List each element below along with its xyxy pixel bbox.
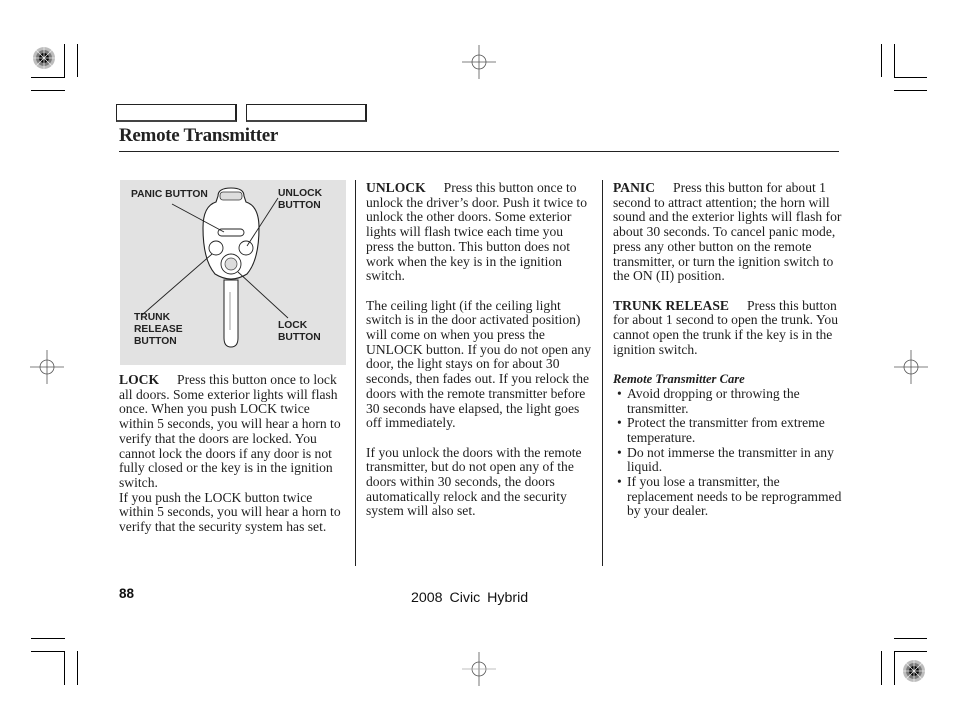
column-divider xyxy=(602,180,603,566)
book-title: 2008 Civic Hybrid xyxy=(411,590,529,606)
lock-section: LOCK Press this button once to lock all d… xyxy=(119,372,341,535)
title-divider xyxy=(119,151,839,152)
auto-relock-paragraph: If you unlock the doors with the remote … xyxy=(366,444,582,519)
nav-tab-2[interactable] xyxy=(246,104,367,122)
crop-mark xyxy=(77,44,78,77)
registration-target-icon xyxy=(903,660,925,682)
panic-trunk-section: PANIC Press this button for about 1 secon… xyxy=(613,180,843,519)
unlock-section: UNLOCK Press this button once to unlock t… xyxy=(366,180,594,519)
lock-description-2: If you push the LOCK button twice within… xyxy=(119,489,341,535)
panic-keyword: PANIC xyxy=(613,180,656,195)
trunk-release-keyword: TRUNK RELEASE xyxy=(613,297,729,313)
crop-mark xyxy=(894,77,927,78)
crosshair-mark-icon xyxy=(894,350,928,384)
crosshair-mark-icon xyxy=(462,652,496,686)
unlock-button-icon xyxy=(238,240,254,256)
trunk-release-button-label: TRUNK RELEASE BUTTON xyxy=(134,312,183,347)
ceiling-light-paragraph: The ceiling light (if the ceiling light … xyxy=(366,297,592,431)
lock-description: Press this button once to lock all doors… xyxy=(119,372,341,490)
panic-description: Press this button for about 1 second to … xyxy=(613,180,842,284)
crop-mark xyxy=(31,638,65,639)
lock-keyword: LOCK xyxy=(119,372,160,387)
registration-target-icon xyxy=(33,47,55,69)
care-list-item: Avoid dropping or throwing the transmitt… xyxy=(613,386,843,416)
care-list: Avoid dropping or throwing the transmitt… xyxy=(613,386,843,519)
crop-mark xyxy=(894,90,927,91)
nav-tab-1[interactable] xyxy=(116,104,237,122)
panic-button-label: PANIC BUTTON xyxy=(131,189,208,200)
crosshair-mark-icon xyxy=(30,350,64,384)
crop-mark xyxy=(894,651,895,685)
page-title: Remote Transmitter xyxy=(119,125,279,146)
trunk-button-icon xyxy=(208,240,224,256)
crop-mark xyxy=(894,651,927,652)
lock-button-icon xyxy=(224,257,238,271)
lock-button-label: LOCK BUTTON xyxy=(278,320,321,343)
crosshair-mark-icon xyxy=(462,45,496,79)
panic-button-icon xyxy=(217,228,245,237)
column-divider xyxy=(355,180,356,566)
crop-mark xyxy=(31,651,65,652)
crop-mark xyxy=(64,651,65,685)
unlock-keyword: UNLOCK xyxy=(366,180,426,195)
care-list-item: Protect the transmitter from extreme tem… xyxy=(613,415,843,445)
unlock-button-label: UNLOCK BUTTON xyxy=(278,188,323,211)
crop-mark xyxy=(881,44,882,77)
crop-mark xyxy=(894,638,927,639)
care-heading: Remote Transmitter Care xyxy=(613,372,745,387)
crop-mark xyxy=(31,77,65,78)
care-list-item: Do not immerse the transmitter in any li… xyxy=(613,445,843,475)
unlock-description: Press this button once to unlock the dri… xyxy=(366,180,587,284)
crop-mark xyxy=(64,44,65,77)
crop-mark xyxy=(881,651,882,685)
crop-mark xyxy=(77,651,78,685)
page-number: 88 xyxy=(119,586,135,601)
care-list-item: If you lose a transmitter, the replaceme… xyxy=(613,474,843,519)
key-fob-figure: PANIC BUTTON UNLOCK BUTTON TRUNK RELEASE… xyxy=(120,180,346,365)
crop-mark xyxy=(894,44,895,77)
crop-mark xyxy=(31,90,65,91)
